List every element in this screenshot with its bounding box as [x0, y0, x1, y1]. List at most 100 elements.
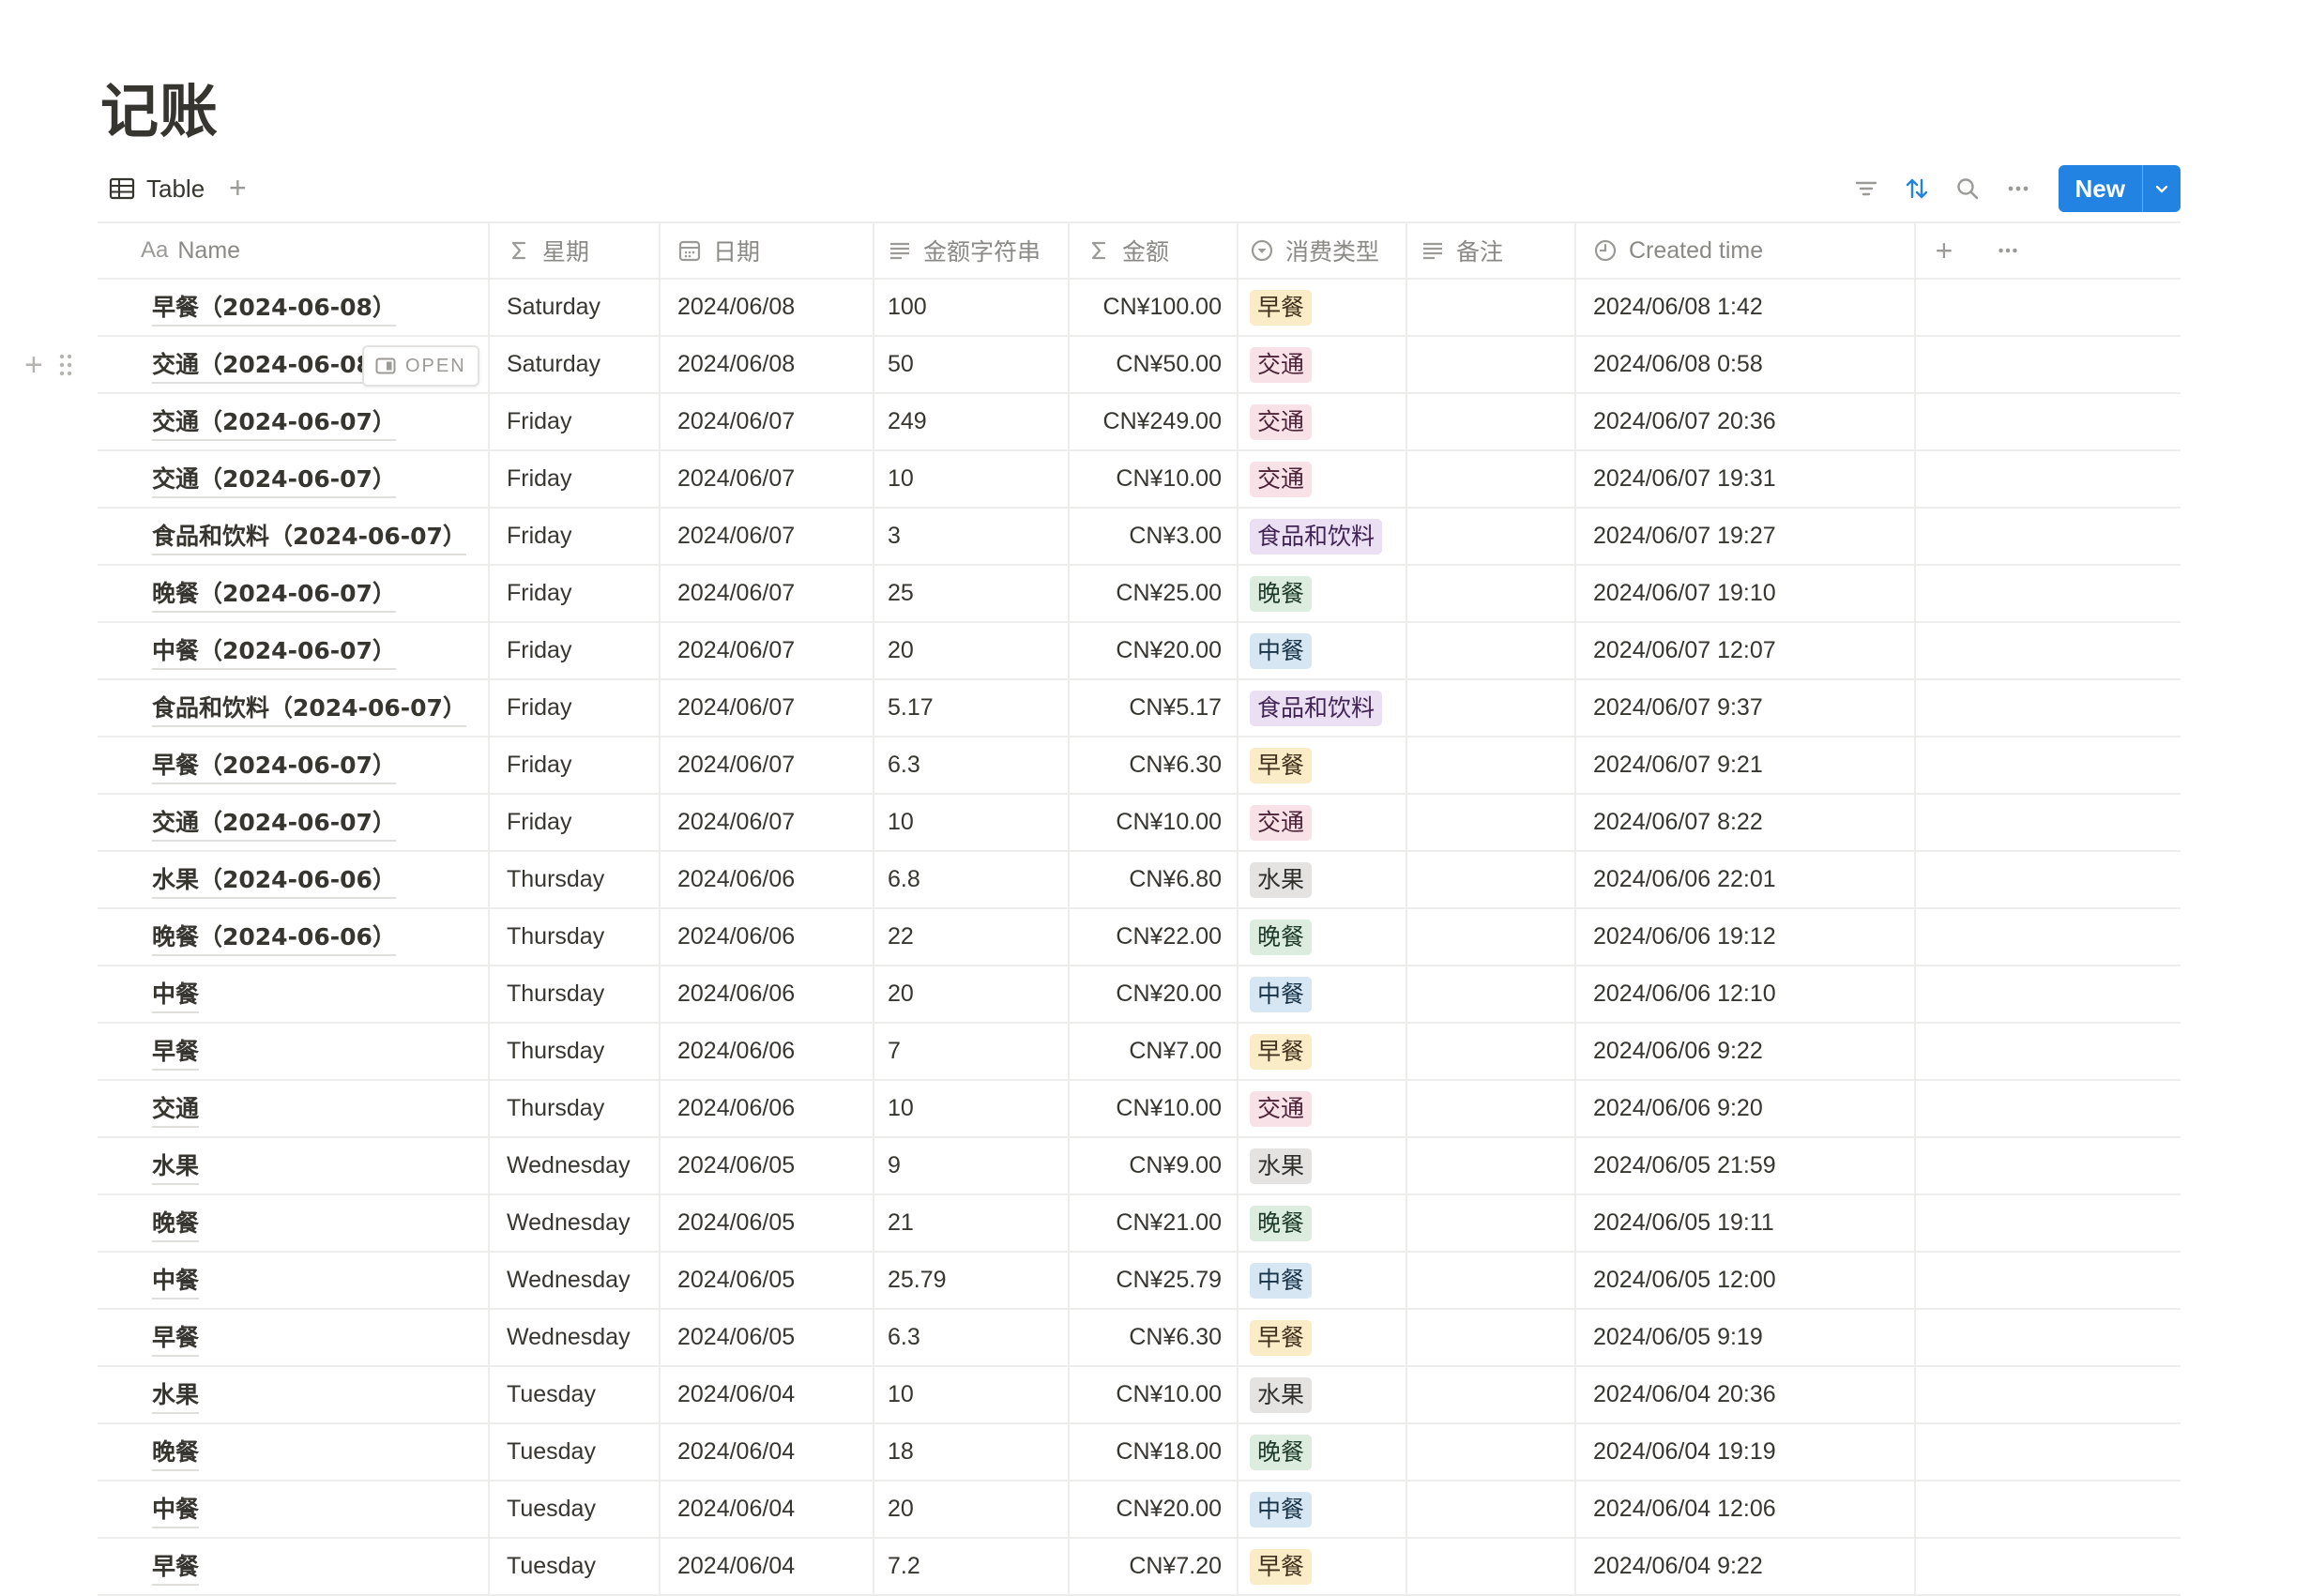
cell-date[interactable]: 2024/06/08 [661, 280, 874, 335]
cell-date[interactable]: 2024/06/04 [661, 1539, 874, 1594]
cell-type[interactable]: 交通 [1239, 337, 1407, 392]
cell-weekday[interactable]: Friday [490, 451, 661, 507]
cell-type[interactable]: 交通 [1239, 394, 1407, 449]
row-title[interactable]: 晚餐 [152, 1205, 200, 1242]
cell-note[interactable] [1407, 280, 1576, 335]
cell-name[interactable]: 交通（2024-06-07） [98, 394, 490, 449]
cell-weekday[interactable]: Wednesday [490, 1253, 661, 1308]
add-row-icon[interactable]: + [24, 349, 43, 381]
cell-date[interactable]: 2024/06/05 [661, 1253, 874, 1308]
table-row[interactable]: 水果（2024-06-06） Thursday 2024/06/06 6.8 CN¥6.… [98, 852, 2181, 909]
table-row[interactable]: 交通（2024-06-08 Saturday 2024/06/08 50 CN¥50.0… [24, 337, 2181, 394]
cell-amount-str[interactable]: 25 [874, 566, 1070, 621]
cell-created[interactable]: 2024/06/04 20:36 [1576, 1367, 1916, 1422]
cell-amount-str[interactable]: 20 [874, 623, 1070, 678]
cell-note[interactable] [1407, 1081, 1576, 1136]
cell-amount-str[interactable]: 10 [874, 451, 1070, 507]
table-row[interactable]: 早餐 Thursday 2024/06/06 7 CN¥7.00 早餐 2024/06/06… [98, 1024, 2181, 1081]
table-row[interactable]: 中餐 Tuesday 2024/06/04 20 CN¥20.00 中餐 2024/06/0… [98, 1482, 2181, 1539]
row-title[interactable]: 早餐 [152, 1319, 200, 1357]
cell-created[interactable]: 2024/06/05 21:59 [1576, 1138, 1916, 1193]
cell-date[interactable]: 2024/06/06 [661, 966, 874, 1022]
cell-amount[interactable]: CN¥21.00 [1070, 1195, 1239, 1251]
cell-date[interactable]: 2024/06/06 [661, 909, 874, 965]
cell-weekday[interactable]: Friday [490, 737, 661, 793]
cell-note[interactable] [1407, 1138, 1576, 1193]
cell-amount-str[interactable]: 10 [874, 795, 1070, 850]
cell-note[interactable] [1407, 1024, 1576, 1079]
cell-amount-str[interactable]: 20 [874, 966, 1070, 1022]
cell-note[interactable] [1407, 623, 1576, 678]
cell-amount[interactable]: CN¥5.17 [1070, 680, 1239, 736]
row-title[interactable]: 中餐 [152, 1262, 200, 1300]
cell-type[interactable]: 中餐 [1239, 1253, 1407, 1308]
cell-date[interactable]: 2024/06/06 [661, 852, 874, 907]
cell-weekday[interactable]: Tuesday [490, 1482, 661, 1537]
cell-date[interactable]: 2024/06/04 [661, 1424, 874, 1480]
row-title[interactable]: 交通（2024-06-07） [152, 461, 396, 498]
cell-amount-str[interactable]: 6.8 [874, 852, 1070, 907]
cell-created[interactable]: 2024/06/06 9:22 [1576, 1024, 1916, 1079]
cell-created[interactable]: 2024/06/05 9:19 [1576, 1310, 1916, 1365]
cell-weekday[interactable]: Friday [490, 795, 661, 850]
cell-type[interactable]: 食品和饮料 [1239, 680, 1407, 736]
table-row[interactable]: 交通（2024-06-07） Friday 2024/06/07 10 CN¥10.00… [98, 795, 2181, 852]
add-column-icon[interactable]: + [1916, 223, 1972, 278]
table-row[interactable]: 水果 Tuesday 2024/06/04 10 CN¥10.00 水果 2024/06/0… [98, 1367, 2181, 1424]
cell-name[interactable]: 水果（2024-06-06） [98, 852, 490, 907]
cell-type[interactable]: 中餐 [1239, 1482, 1407, 1537]
cell-name[interactable]: 晚餐 [98, 1195, 490, 1251]
cell-type[interactable]: 早餐 [1239, 280, 1407, 335]
open-page-button[interactable]: OPEN [362, 345, 479, 387]
sort-icon[interactable] [1892, 165, 1942, 212]
cell-note[interactable] [1407, 737, 1576, 793]
row-title[interactable]: 早餐 [152, 1033, 200, 1071]
column-header[interactable]: 金额 [1070, 223, 1239, 278]
cell-type[interactable]: 中餐 [1239, 623, 1407, 678]
column-header[interactable]: 消费类型 [1239, 223, 1407, 278]
cell-created[interactable]: 2024/06/07 19:10 [1576, 566, 1916, 621]
cell-weekday[interactable]: Tuesday [490, 1539, 661, 1594]
cell-weekday[interactable]: Wednesday [490, 1138, 661, 1193]
row-title[interactable]: 早餐（2024-06-07） [152, 747, 396, 784]
cell-weekday[interactable]: Thursday [490, 1024, 661, 1079]
cell-date[interactable]: 2024/06/04 [661, 1367, 874, 1422]
row-title[interactable]: 中餐 [152, 976, 200, 1013]
cell-amount[interactable]: CN¥3.00 [1070, 509, 1239, 564]
cell-created[interactable]: 2024/06/05 19:11 [1576, 1195, 1916, 1251]
cell-created[interactable]: 2024/06/08 0:58 [1576, 337, 1916, 392]
cell-weekday[interactable]: Friday [490, 509, 661, 564]
more-icon[interactable] [1980, 223, 2036, 278]
cell-amount-str[interactable]: 10 [874, 1081, 1070, 1136]
cell-amount-str[interactable]: 18 [874, 1424, 1070, 1480]
table-row[interactable]: 晚餐（2024-06-06） Thursday 2024/06/06 22 CN¥22.… [98, 909, 2181, 966]
cell-type[interactable]: 水果 [1239, 1138, 1407, 1193]
cell-amount[interactable]: CN¥22.00 [1070, 909, 1239, 965]
cell-amount[interactable]: CN¥10.00 [1070, 451, 1239, 507]
table-row[interactable]: 早餐 Tuesday 2024/06/04 7.2 CN¥7.20 早餐 2024/06/0… [98, 1539, 2181, 1596]
cell-note[interactable] [1407, 1367, 1576, 1422]
cell-date[interactable]: 2024/06/07 [661, 623, 874, 678]
cell-name[interactable]: 早餐 [98, 1539, 490, 1594]
cell-created[interactable]: 2024/06/04 9:22 [1576, 1539, 1916, 1594]
cell-type[interactable]: 晚餐 [1239, 1195, 1407, 1251]
column-header[interactable]: Aa Name [98, 223, 490, 278]
row-title[interactable]: 晚餐（2024-06-06） [152, 919, 396, 956]
cell-weekday[interactable]: Friday [490, 566, 661, 621]
cell-date[interactable]: 2024/06/08 [661, 337, 874, 392]
chevron-down-icon[interactable] [2142, 165, 2181, 212]
cell-name[interactable]: 食品和饮料（2024-06-07） [98, 509, 490, 564]
cell-type[interactable]: 晚餐 [1239, 566, 1407, 621]
cell-type[interactable]: 中餐 [1239, 966, 1407, 1022]
cell-created[interactable]: 2024/06/06 19:12 [1576, 909, 1916, 965]
cell-created[interactable]: 2024/06/07 9:37 [1576, 680, 1916, 736]
row-title[interactable]: 食品和饮料（2024-06-07） [152, 518, 466, 555]
cell-amount[interactable]: CN¥20.00 [1070, 623, 1239, 678]
cell-weekday[interactable]: Saturday [490, 337, 661, 392]
cell-note[interactable] [1407, 337, 1576, 392]
add-view-icon[interactable]: + [229, 169, 247, 206]
cell-created[interactable]: 2024/06/07 19:27 [1576, 509, 1916, 564]
cell-note[interactable] [1407, 1310, 1576, 1365]
cell-amount-str[interactable]: 100 [874, 280, 1070, 335]
cell-amount[interactable]: CN¥9.00 [1070, 1138, 1239, 1193]
